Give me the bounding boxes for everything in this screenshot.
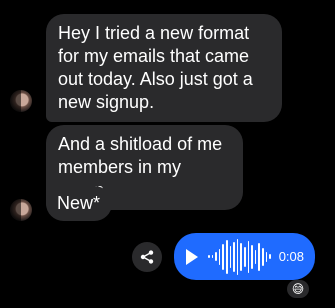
share-button[interactable] bbox=[132, 242, 162, 272]
reaction-badge[interactable]: 😅 bbox=[287, 280, 309, 298]
message-text: Hey I tried a new format for my emails t… bbox=[58, 23, 253, 112]
message-text: New* bbox=[57, 193, 101, 213]
message-bubble[interactable]: New* bbox=[46, 186, 112, 221]
voice-duration: 0:08 bbox=[278, 249, 304, 264]
sender-avatar[interactable] bbox=[10, 199, 32, 221]
play-icon[interactable] bbox=[186, 248, 198, 265]
voice-message[interactable]: 0:08 bbox=[174, 233, 315, 280]
audio-waveform[interactable] bbox=[208, 237, 271, 277]
message-bubble[interactable]: Hey I tried a new format for my emails t… bbox=[46, 14, 282, 122]
share-icon bbox=[140, 250, 154, 264]
reaction-emoji: 😅 bbox=[291, 282, 305, 296]
sender-avatar[interactable] bbox=[10, 90, 32, 112]
